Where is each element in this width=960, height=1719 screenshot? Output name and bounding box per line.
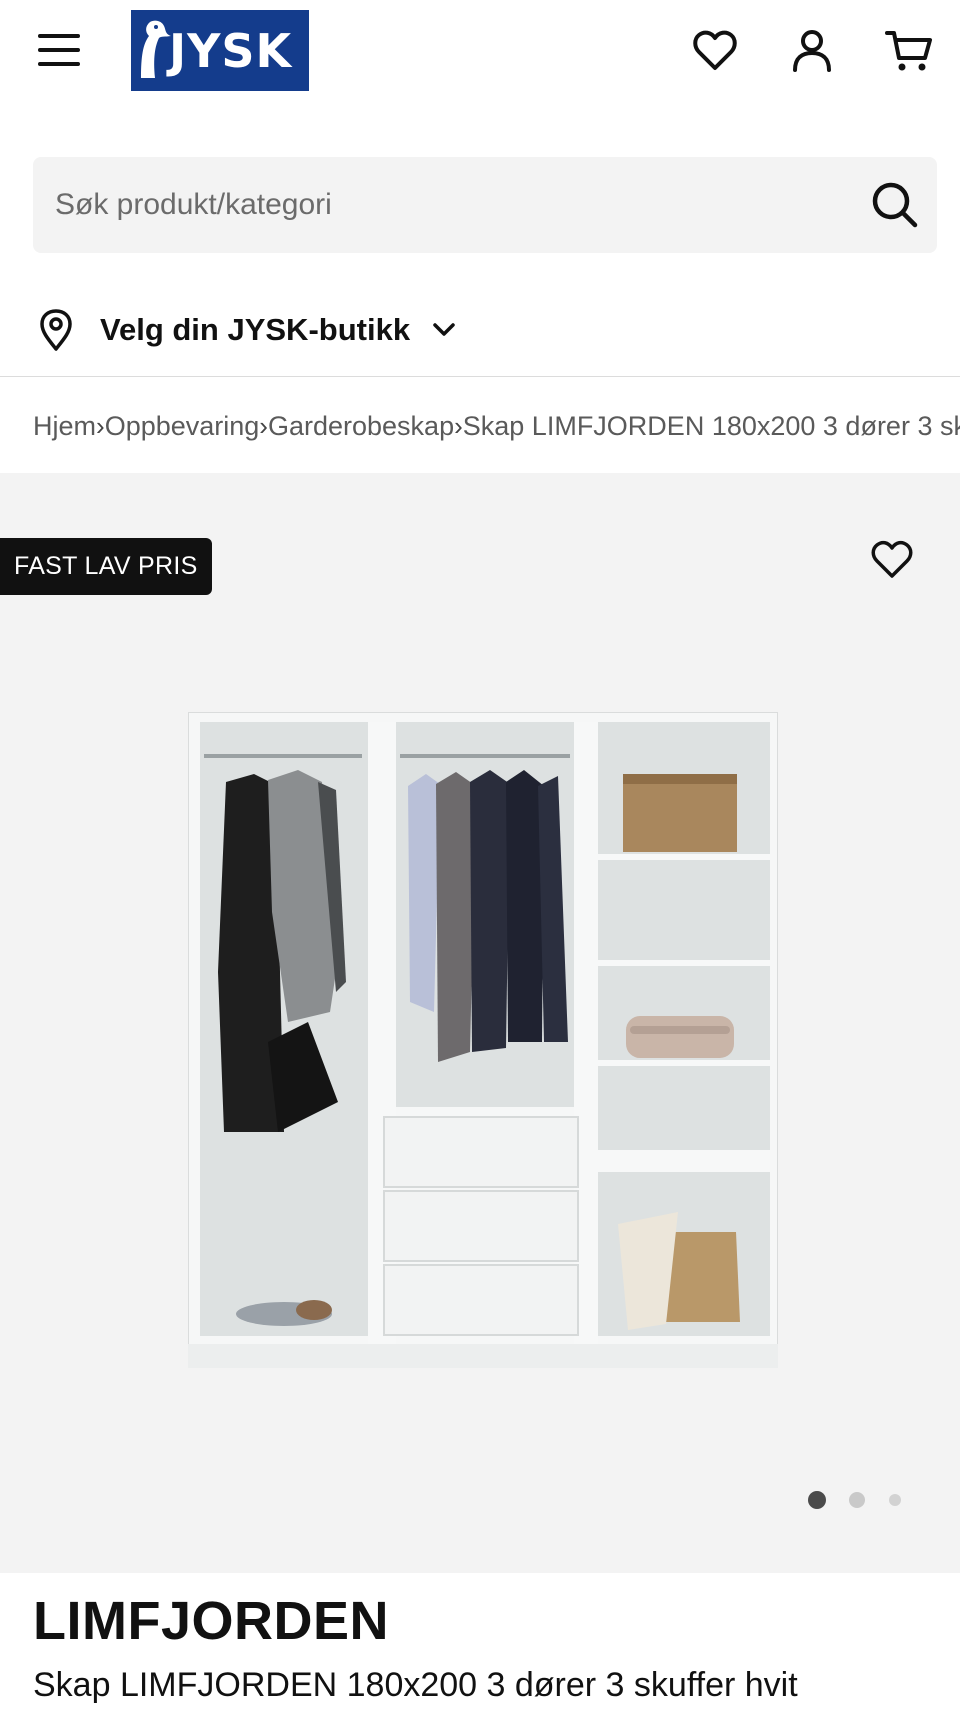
chevron-down-icon <box>433 323 455 336</box>
product-image[interactable] <box>188 712 778 1368</box>
user-icon[interactable] <box>787 26 837 76</box>
jysk-logo[interactable]: JYSK <box>131 10 309 91</box>
favorite-heart-icon[interactable] <box>868 536 916 584</box>
store-selector[interactable]: Velg din JYSK-butikk <box>36 300 458 360</box>
breadcrumb-item-wardrobes[interactable]: Garderobeskap <box>268 411 454 442</box>
carousel-dot[interactable] <box>849 1492 865 1508</box>
header: JYSK <box>0 0 960 100</box>
cart-icon[interactable] <box>884 26 934 76</box>
menu-icon[interactable] <box>38 34 80 68</box>
breadcrumb: Hjem › Oppbevaring › Garderobeskap › Ska… <box>33 404 960 448</box>
carousel-dot[interactable] <box>889 1494 901 1506</box>
store-selector-label: Velg din JYSK-butikk <box>100 312 411 347</box>
search-input[interactable] <box>55 177 815 233</box>
search-bar <box>33 157 937 253</box>
carousel-dots <box>808 1488 908 1512</box>
divider <box>0 376 960 377</box>
product-title: Skap LIMFJORDEN 180x200 3 dører 3 skuffe… <box>33 1666 798 1704</box>
carousel-dot-active[interactable] <box>808 1491 826 1509</box>
product-brand: LIMFJORDEN <box>33 1591 389 1651</box>
heart-icon[interactable] <box>690 26 740 76</box>
breadcrumb-separator: › <box>259 410 268 441</box>
search-icon[interactable] <box>869 179 921 231</box>
breadcrumb-separator: › <box>96 410 105 441</box>
breadcrumb-item-current[interactable]: Skap LIMFJORDEN 180x200 3 dører 3 skuffe… <box>463 411 960 442</box>
breadcrumb-item-home[interactable]: Hjem <box>33 411 96 442</box>
breadcrumb-separator: › <box>454 410 463 441</box>
price-badge: FAST LAV PRIS <box>0 538 212 595</box>
location-pin-icon <box>40 309 72 351</box>
breadcrumb-item-storage[interactable]: Oppbevaring <box>105 411 260 442</box>
logo-text: JYSK <box>169 24 293 78</box>
